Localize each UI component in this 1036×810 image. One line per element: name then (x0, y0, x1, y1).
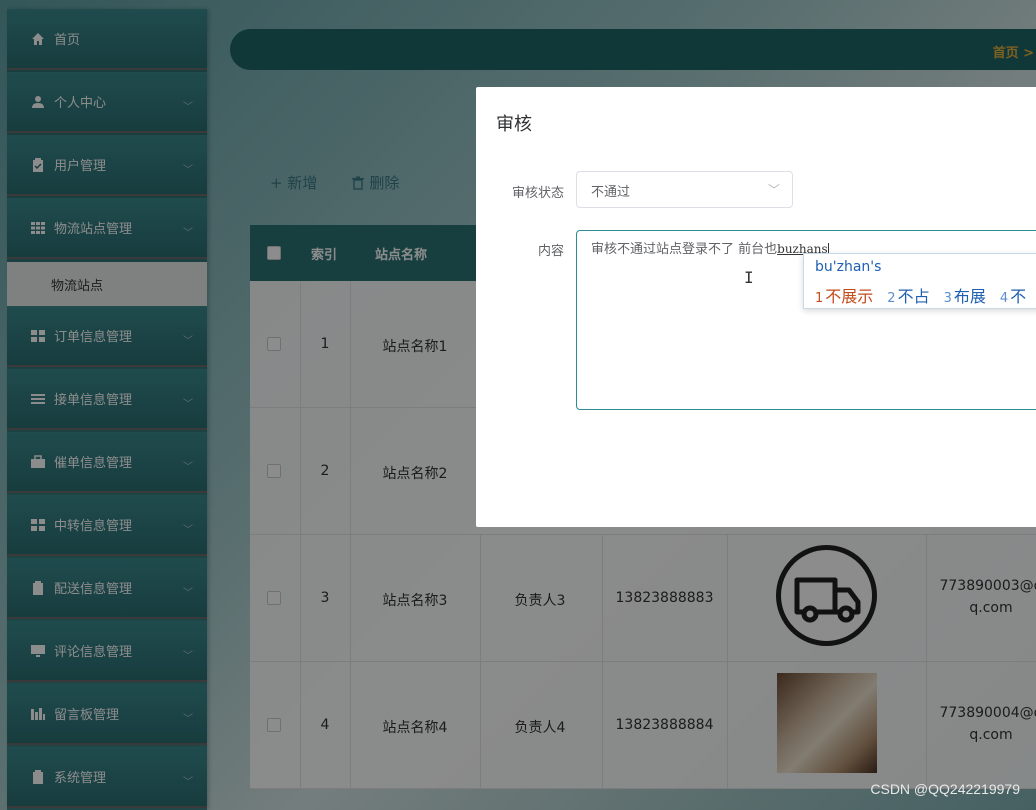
status-select[interactable]: 不通过 ﹀ (576, 171, 793, 208)
ime-pinyin: bu'zhan's (815, 259, 882, 275)
chevron-down-icon: ﹀ (767, 183, 780, 197)
ime-candidate[interactable]: 4不 (1000, 283, 1026, 307)
text-cursor-icon: I (744, 268, 754, 287)
content-label: 内容 (537, 244, 564, 259)
ime-candidate-list: 1 不展示 2 不占 3 布展 4不 (815, 283, 1026, 307)
status-select-value: 不通过 (591, 185, 631, 200)
status-label: 审核状态 (511, 186, 564, 201)
ime-candidate[interactable]: 1 不展示 (815, 283, 873, 307)
ime-candidate-window: bu'zhan's 1 不展示 2 不占 3 布展 4不 (803, 253, 1036, 309)
content-text: 审核不通过站点登录不了 前台也 (591, 242, 778, 257)
watermark: CSDN @QQ242219979 (870, 781, 1020, 797)
ime-candidate[interactable]: 3 布展 (944, 283, 986, 307)
dialog-title: 审核 (496, 114, 532, 135)
ime-candidate[interactable]: 2 不占 (887, 283, 929, 307)
